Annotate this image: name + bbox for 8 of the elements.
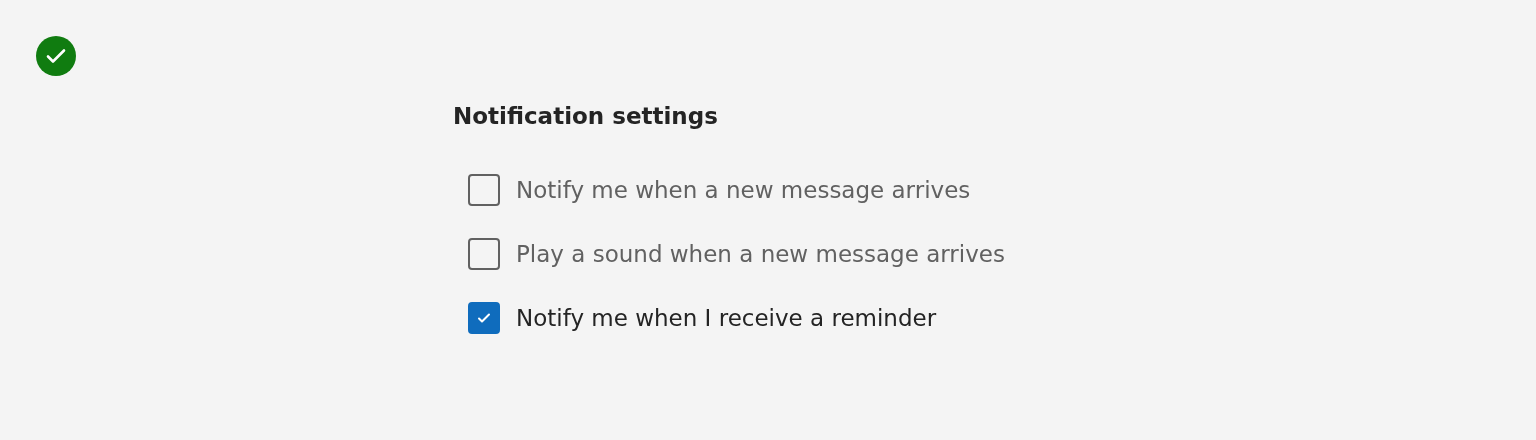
checkbox-label[interactable]: Notify me when I receive a reminder xyxy=(516,300,937,336)
success-check-icon xyxy=(36,36,76,76)
checkbox-label[interactable]: Play a sound when a new message arrives xyxy=(516,236,1005,272)
checkbox[interactable] xyxy=(468,238,500,270)
checkbox[interactable] xyxy=(468,174,500,206)
section-heading: Notification settings xyxy=(453,102,718,131)
checkbox-label[interactable]: Notify me when a new message arrives xyxy=(516,172,971,208)
checkbox[interactable] xyxy=(468,302,500,334)
